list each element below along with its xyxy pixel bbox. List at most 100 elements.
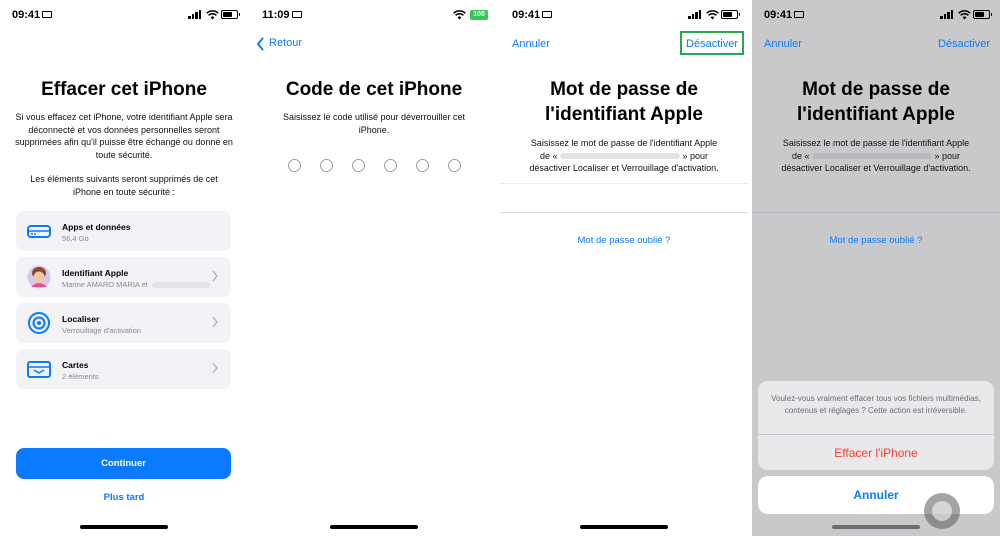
list-item-apps-data: Apps et données 56,4 Go (16, 211, 231, 251)
description-text: Saisissez le mot de passe de l'identifia… (516, 137, 732, 175)
wifi-icon (958, 10, 971, 20)
battery-icon (973, 10, 992, 19)
wallet-card-icon (27, 361, 51, 378)
chevron-right-icon (212, 316, 218, 328)
desc-prefix: de « (791, 150, 810, 161)
item-subtitle-text: Marine AMARO MARIA et (62, 280, 148, 289)
item-title: Cartes (62, 360, 89, 370)
home-indicator[interactable] (330, 525, 418, 529)
item-subtitle: 2 éléments (62, 372, 99, 381)
wifi-icon (706, 10, 719, 20)
back-button[interactable]: Retour (256, 37, 303, 51)
screen-mirroring-icon (42, 11, 52, 18)
status-bar: 09:41 (500, 0, 748, 30)
item-subtitle: Marine AMARO MARIA et (62, 280, 210, 289)
passcode-dot (448, 159, 461, 172)
screen-mirroring-icon (542, 11, 552, 18)
title-line-2: l'identifiant Apple (545, 104, 703, 125)
item-title: Apps et données (62, 222, 131, 232)
erase-iphone-screen: 09:41 Effacer cet iPhone Si vous effacez… (0, 0, 248, 536)
status-time: 09:41 (512, 9, 541, 21)
passcode-dot (352, 159, 365, 172)
redacted-apple-id (560, 153, 680, 160)
title-line-1: Mot de passe de (802, 79, 950, 100)
list-item-apple-id[interactable]: Identifiant Apple Marine AMARO MARIA et (16, 257, 231, 297)
page-title: Effacer cet iPhone (41, 79, 207, 100)
wifi-icon (453, 10, 466, 20)
desc-suffix: » pour (682, 150, 709, 161)
cancel-button[interactable]: Annuler (764, 38, 802, 50)
desc-line-1: Saisissez le mot de passe de l'identifia… (782, 138, 970, 148)
status-time: 09:41 (764, 9, 793, 21)
storage-icon (27, 225, 51, 238)
screen-mirroring-icon (794, 11, 804, 18)
divider (752, 212, 1000, 213)
desc-suffix: » pour (934, 150, 961, 161)
home-indicator[interactable] (832, 525, 920, 529)
page-title: Mot de passe de l'identifiant Apple (752, 77, 1000, 127)
item-title: Localiser (62, 314, 100, 324)
desc-prefix: de « (539, 150, 558, 161)
redacted-email (151, 282, 210, 289)
status-bar: 09:41 (0, 0, 248, 30)
desc-line-1: Saisissez le mot de passe de l'identifia… (530, 138, 718, 148)
forgot-password-link[interactable]: Mot de passe oublié ? (500, 235, 748, 246)
battery-icon: 100 (470, 10, 488, 20)
list-item-cards[interactable]: Cartes 2 éléments (16, 349, 231, 389)
action-sheet: Voulez-vous vraiment effacer tous vos fi… (758, 381, 994, 470)
back-label: Retour (269, 37, 303, 49)
list-intro-text: Les éléments suivants seront supprimés d… (30, 174, 218, 197)
chevron-right-icon (212, 362, 218, 374)
item-subtitle: 56,4 Go (62, 234, 89, 243)
redacted-apple-id (812, 153, 932, 160)
title-line-2: l'identifiant Apple (797, 104, 955, 125)
divider (500, 212, 748, 213)
divider (758, 434, 994, 435)
passcode-dot (384, 159, 397, 172)
apple-id-password-screen: 09:41 Annuler Désactiver Mot de passe de… (500, 0, 748, 536)
chevron-left-icon (256, 37, 264, 51)
deactivate-button[interactable]: Désactiver (938, 38, 990, 50)
status-time: 09:41 (12, 9, 41, 21)
erase-confirmation-screen: 09:41 Annuler Désactiver Mot de passe de… (752, 0, 1000, 536)
password-input[interactable] (500, 184, 748, 212)
page-title: Mot de passe de l'identifiant Apple (500, 77, 748, 127)
avatar (27, 265, 51, 289)
battery-icon (221, 10, 240, 19)
screen-mirroring-icon (292, 11, 302, 18)
status-time: 11:09 (262, 9, 290, 21)
passcode-dot (416, 159, 429, 172)
chevron-right-icon (212, 270, 218, 282)
passcode-screen: 11:09 100 Retour Code de cet iPhone Sais… (250, 0, 498, 536)
item-subtitle: Verrouillage d'activation (62, 326, 141, 335)
find-my-icon (28, 312, 50, 334)
cellular-signal-icon (940, 10, 954, 19)
home-indicator[interactable] (580, 525, 668, 529)
cellular-signal-icon (688, 10, 702, 19)
list-item-find-my[interactable]: Localiser Verrouillage d'activation (16, 303, 231, 343)
title-line-1: Mot de passe de (550, 79, 698, 100)
erase-iphone-button[interactable]: Effacer l'iPhone (758, 446, 994, 460)
page-title: Code de cet iPhone (285, 79, 463, 100)
cancel-button[interactable]: Annuler (512, 38, 550, 50)
battery-icon (721, 10, 740, 19)
instruction-text: Saisissez le code utilisé pour déverroui… (282, 112, 466, 135)
status-bar: 11:09 100 (250, 0, 498, 30)
wifi-icon (206, 10, 219, 20)
status-bar: 09:41 (752, 0, 1000, 30)
home-indicator[interactable] (80, 525, 168, 529)
desc-line-3: désactiver Localiser et Verrouillage d'a… (781, 163, 971, 173)
intro-text: Si vous effacez cet iPhone, votre identi… (15, 112, 233, 160)
item-title: Identifiant Apple (62, 268, 129, 278)
desc-line-3: désactiver Localiser et Verrouillage d'a… (529, 163, 719, 173)
passcode-dot (288, 159, 301, 172)
assistive-touch-button[interactable] (924, 493, 960, 529)
deactivate-highlight-box (680, 31, 744, 55)
passcode-dot (320, 159, 333, 172)
forgot-password-link[interactable]: Mot de passe oublié ? (752, 235, 1000, 246)
later-button[interactable]: Plus tard (0, 492, 248, 503)
continue-button[interactable]: Continuer (16, 448, 231, 479)
passcode-field[interactable] (288, 159, 461, 173)
description-text: Saisissez le mot de passe de l'identifia… (768, 137, 984, 175)
cellular-signal-icon (188, 10, 202, 19)
